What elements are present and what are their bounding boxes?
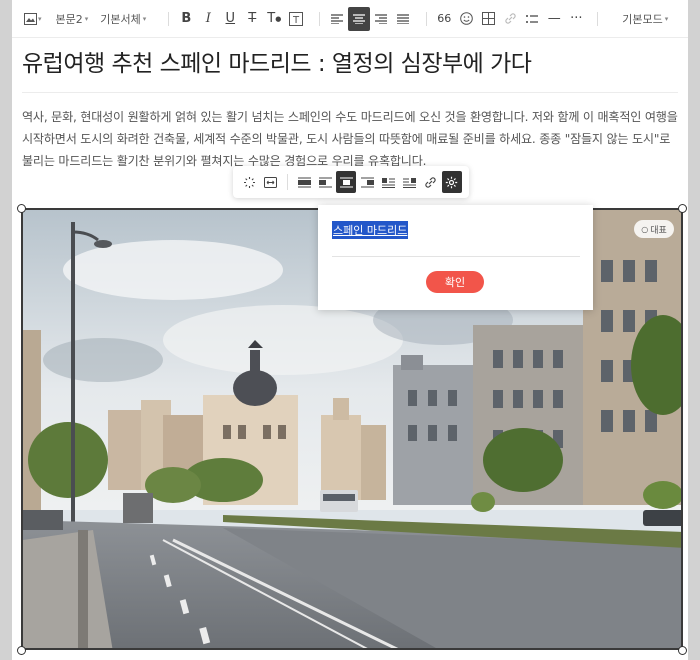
chevron-down-icon[interactable]: ▾: [38, 15, 42, 23]
quote-icon[interactable]: 66: [433, 7, 455, 31]
paragraph-style-select[interactable]: 본문2 ▾: [52, 7, 93, 31]
align-right-icon[interactable]: [370, 7, 392, 31]
editor-mode-label: 기본모드: [622, 12, 663, 26]
text-background-icon[interactable]: T: [285, 7, 307, 31]
chevron-down-icon: ▾: [664, 14, 669, 23]
image-align-center-icon[interactable]: [336, 171, 357, 193]
resize-handle-bottom-left[interactable]: [17, 646, 26, 655]
image-resize-icon[interactable]: [260, 171, 280, 193]
paragraph-style-label: 본문2: [55, 12, 83, 26]
align-center-icon[interactable]: [348, 6, 371, 31]
caption-input[interactable]: 스페인 마드리드: [332, 219, 580, 257]
strikethrough-icon[interactable]: T: [241, 7, 263, 31]
image-insert-icon[interactable]: [22, 7, 38, 31]
image-toolbar: [233, 166, 469, 198]
font-family-select[interactable]: 기본서체 ▾: [96, 7, 150, 31]
align-justify-icon[interactable]: [392, 7, 414, 31]
bold-icon[interactable]: B: [175, 7, 197, 31]
underline-icon[interactable]: U: [219, 7, 241, 31]
image-settings-gear-icon[interactable]: [441, 171, 462, 193]
post-title[interactable]: 유럽여행 추천 스페인 마드리드 : 열정의 심장부에 가다: [22, 44, 672, 78]
font-family-label: 기본서체: [100, 12, 141, 26]
toolbar-divider: [287, 174, 289, 190]
check-icon: ○: [641, 224, 649, 234]
representative-label: 대표: [650, 225, 667, 236]
resize-handle-bottom-right[interactable]: [678, 646, 687, 655]
quote-label: 66: [437, 12, 452, 25]
svg-text:T: T: [292, 15, 300, 26]
title-divider: [22, 92, 678, 93]
image-effect-icon[interactable]: [239, 171, 259, 193]
editor-page: ▾ 본문2 ▾ 기본서체 ▾ B I U T T ● T 66 — ··· 기본…: [12, 0, 688, 660]
text-color-icon[interactable]: T ●: [263, 7, 285, 31]
toolbar-divider: [319, 11, 321, 26]
resize-handle-top-left[interactable]: [17, 204, 26, 213]
image-link-icon[interactable]: [421, 171, 441, 193]
image-full-width-icon[interactable]: [294, 171, 314, 193]
toolbar-divider: [426, 11, 428, 26]
caption-selected-text[interactable]: 스페인 마드리드: [332, 221, 409, 239]
image-align-left-icon[interactable]: [315, 171, 335, 193]
representative-image-toggle[interactable]: ○ 대표: [634, 220, 674, 238]
image-caption-popover: 스페인 마드리드 확인: [318, 205, 593, 310]
confirm-button[interactable]: 확인: [426, 271, 484, 293]
image-wrap-right-icon[interactable]: [400, 171, 420, 193]
toolbar-divider: [597, 11, 599, 26]
body-paragraph[interactable]: 역사, 문화, 현대성이 원활하게 얽혀 있는 활기 넘치는 스페인의 수도 마…: [22, 106, 678, 172]
chevron-down-icon: ▾: [142, 14, 147, 23]
horizontal-line-icon[interactable]: —: [543, 7, 565, 31]
link-icon[interactable]: [499, 7, 521, 31]
italic-icon[interactable]: I: [197, 7, 219, 31]
image-wrap-left-icon[interactable]: [379, 171, 399, 193]
toolbar-divider: [168, 11, 170, 26]
align-left-icon[interactable]: [326, 7, 348, 31]
more-icon[interactable]: ···: [565, 7, 587, 31]
image-align-right-icon[interactable]: [357, 171, 377, 193]
bulleted-list-icon[interactable]: [521, 7, 543, 31]
table-icon[interactable]: [477, 7, 499, 31]
editor-toolbar: ▾ 본문2 ▾ 기본서체 ▾ B I U T T ● T 66 — ··· 기본…: [12, 0, 688, 38]
emoji-icon[interactable]: [455, 7, 477, 31]
resize-handle-top-right[interactable]: [678, 204, 687, 213]
editor-mode-select[interactable]: 기본모드 ▾: [618, 7, 672, 31]
chevron-down-icon: ▾: [84, 14, 89, 23]
